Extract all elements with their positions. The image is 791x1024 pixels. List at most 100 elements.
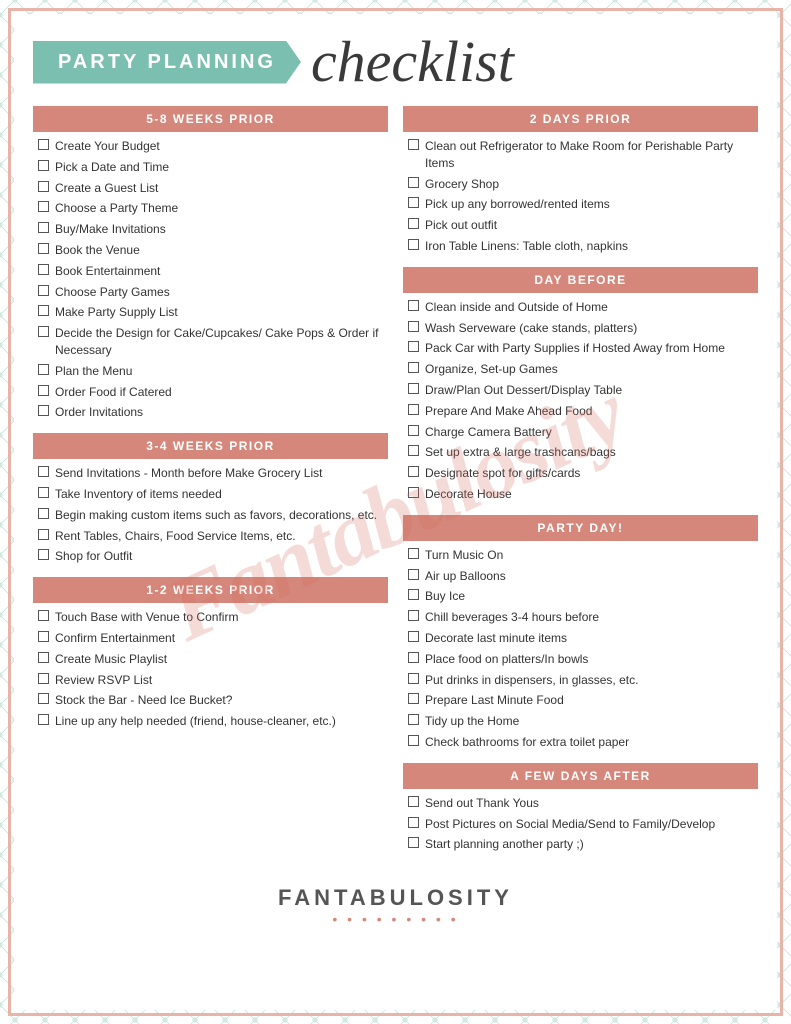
banner-text: PARTY PLANNING: [58, 51, 276, 73]
checkbox[interactable]: [408, 321, 419, 332]
list-item: Choose a Party Theme: [38, 200, 383, 217]
list-item: Place food on platters/In bowls: [408, 651, 753, 668]
checkbox[interactable]: [408, 548, 419, 559]
checkbox[interactable]: [38, 326, 49, 337]
list-item: Pick a Date and Time: [38, 159, 383, 176]
checkbox[interactable]: [408, 383, 419, 394]
list-item: Check bathrooms for extra toilet paper: [408, 734, 753, 751]
list-item: Wash Serveware (cake stands, platters): [408, 320, 753, 337]
list-item: Clean out Refrigerator to Make Room for …: [408, 138, 753, 172]
checkbox[interactable]: [408, 735, 419, 746]
list-item: Prepare Last Minute Food: [408, 692, 753, 709]
checkbox[interactable]: [38, 508, 49, 519]
checkbox[interactable]: [408, 139, 419, 150]
list-item: Take Inventory of items needed: [38, 486, 383, 503]
list-item: Plan the Menu: [38, 363, 383, 380]
checkbox[interactable]: [408, 673, 419, 684]
checkbox[interactable]: [38, 714, 49, 725]
checkbox[interactable]: [38, 693, 49, 704]
checklist-3-4: Send Invitations - Month before Make Gro…: [33, 465, 388, 565]
checkbox[interactable]: [38, 673, 49, 684]
list-item: Organize, Set-up Games: [408, 361, 753, 378]
checkbox[interactable]: [408, 817, 419, 828]
checkbox[interactable]: [408, 404, 419, 415]
checkbox[interactable]: [408, 714, 419, 725]
col-left: 5-8 WEEKS PRIOR Create Your Budget Pick …: [33, 106, 388, 865]
checkbox[interactable]: [38, 487, 49, 498]
list-item: Set up extra & large trashcans/bags: [408, 444, 753, 461]
section-header-5-8: 5-8 WEEKS PRIOR: [33, 106, 388, 132]
checkbox[interactable]: [38, 181, 49, 192]
section-header-party-day: PARTY DAY!: [403, 515, 758, 541]
section-days-after: A FEW DAYS AFTER Send out Thank Yous Pos…: [403, 763, 758, 853]
checkbox[interactable]: [38, 201, 49, 212]
checkbox[interactable]: [408, 177, 419, 188]
checkbox[interactable]: [38, 364, 49, 375]
section-header-1-2: 1-2 WEEKS PRIOR: [33, 577, 388, 603]
list-item: Tidy up the Home: [408, 713, 753, 730]
checkbox[interactable]: [408, 466, 419, 477]
checkbox[interactable]: [38, 305, 49, 316]
checkbox[interactable]: [408, 569, 419, 580]
checkbox[interactable]: [408, 652, 419, 663]
checkbox[interactable]: [38, 160, 49, 171]
section-days-2: 2 DAYS PRIOR Clean out Refrigerator to M…: [403, 106, 758, 255]
checkbox[interactable]: [38, 631, 49, 642]
checkbox[interactable]: [408, 425, 419, 436]
checklist-5-8: Create Your Budget Pick a Date and Time …: [33, 138, 388, 421]
header-banner: PARTY PLANNING: [33, 41, 301, 84]
list-item: Book the Venue: [38, 242, 383, 259]
checkbox[interactable]: [38, 222, 49, 233]
checkbox[interactable]: [38, 529, 49, 540]
section-header-3-4: 3-4 WEEKS PRIOR: [33, 433, 388, 459]
checklist-script: checklist: [311, 33, 514, 91]
checkbox[interactable]: [408, 589, 419, 600]
list-item: Buy Ice: [408, 588, 753, 605]
list-item: Decorate House: [408, 486, 753, 503]
footer-brand: FANTABULOSITY: [33, 885, 758, 911]
checkbox[interactable]: [408, 239, 419, 250]
header: PARTY PLANNING checklist: [33, 33, 758, 91]
section-header-days-after: A FEW DAYS AFTER: [403, 763, 758, 789]
list-item: Stock the Bar - Need Ice Bucket?: [38, 692, 383, 709]
section-weeks-3-4: 3-4 WEEKS PRIOR Send Invitations - Month…: [33, 433, 388, 565]
list-item: Prepare And Make Ahead Food: [408, 403, 753, 420]
list-item: Create Your Budget: [38, 138, 383, 155]
checkbox[interactable]: [408, 796, 419, 807]
checkbox[interactable]: [38, 264, 49, 275]
checkbox[interactable]: [38, 385, 49, 396]
footer-dots: • • • • • • • • •: [33, 911, 758, 927]
checkbox[interactable]: [408, 631, 419, 642]
checkbox[interactable]: [38, 405, 49, 416]
checkbox[interactable]: [38, 243, 49, 254]
checkbox[interactable]: [408, 218, 419, 229]
list-item: Grocery Shop: [408, 176, 753, 193]
columns: 5-8 WEEKS PRIOR Create Your Budget Pick …: [33, 106, 758, 865]
list-item: Create a Guest List: [38, 180, 383, 197]
checkbox[interactable]: [38, 549, 49, 560]
list-item: Designate spot for gifts/cards: [408, 465, 753, 482]
checkbox[interactable]: [408, 197, 419, 208]
checklist-days-2: Clean out Refrigerator to Make Room for …: [403, 138, 758, 255]
list-item: Charge Camera Battery: [408, 424, 753, 441]
checkbox[interactable]: [408, 487, 419, 498]
section-weeks-5-8: 5-8 WEEKS PRIOR Create Your Budget Pick …: [33, 106, 388, 421]
list-item: Begin making custom items such as favors…: [38, 507, 383, 524]
checkbox[interactable]: [408, 300, 419, 311]
list-item: Pack Car with Party Supplies if Hosted A…: [408, 340, 753, 357]
checkbox[interactable]: [38, 139, 49, 150]
checkbox[interactable]: [408, 362, 419, 373]
checkbox[interactable]: [408, 445, 419, 456]
checkbox[interactable]: [38, 652, 49, 663]
list-item: Touch Base with Venue to Confirm: [38, 609, 383, 626]
list-item: Turn Music On: [408, 547, 753, 564]
checkbox[interactable]: [408, 341, 419, 352]
list-item: Line up any help needed (friend, house-c…: [38, 713, 383, 730]
checkbox[interactable]: [38, 285, 49, 296]
section-header-days-2: 2 DAYS PRIOR: [403, 106, 758, 132]
checkbox[interactable]: [408, 610, 419, 621]
checkbox[interactable]: [38, 466, 49, 477]
checkbox[interactable]: [408, 837, 419, 848]
checkbox[interactable]: [38, 610, 49, 621]
checkbox[interactable]: [408, 693, 419, 704]
